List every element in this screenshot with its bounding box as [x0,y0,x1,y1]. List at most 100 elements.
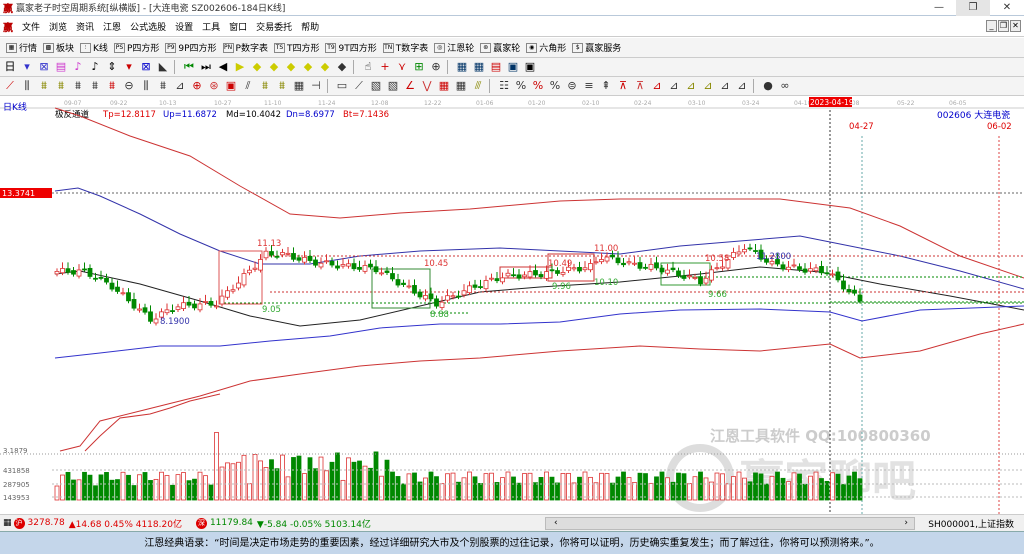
toolbar-button-4[interactable]: P9 9P四方形 [165,41,217,54]
draw-tool-icon[interactable]: ⩩ [105,79,119,93]
toolbar-button-0[interactable]: ▦ 行情 [6,41,37,54]
draw-tool-icon[interactable]: ⊿ [667,79,681,93]
chart-tool-icon[interactable]: ◆ [301,60,315,74]
menu-item-1[interactable]: 浏览 [49,20,67,33]
toolbar-button-6[interactable]: TS T四方形 [273,41,319,54]
draw-tool-icon[interactable]: ⩩ [88,79,102,93]
draw-tool-icon[interactable]: ⊿ [173,79,187,93]
chart-tool-icon[interactable]: ▣ [506,60,520,74]
chart-tool-icon[interactable]: ▤ [54,60,68,74]
chart-tool-icon[interactable]: ♪ [71,60,85,74]
draw-tool-icon[interactable]: ⫼ [139,79,153,93]
draw-tool-icon[interactable]: ⋁ [420,79,434,93]
chart-tool-icon[interactable]: ⏮ [182,60,196,74]
chart-tool-icon[interactable]: ▦ [472,60,486,74]
maximize-button[interactable]: ❐ [956,0,990,16]
draw-tool-icon[interactable]: ● [761,79,775,93]
mdi-restore-button[interactable]: ❐ [998,20,1009,32]
chart-tool-icon[interactable]: ☝ [361,60,375,74]
menu-item-2[interactable]: 资讯 [76,20,94,33]
kline-chart[interactable]: 09-07 09-22 10-13 10-27 11-10 11-24 12-08 12-22… [0,96,1024,514]
draw-tool-icon[interactable]: ⊕ [190,79,204,93]
draw-tool-icon[interactable]: ⟋ [3,79,17,93]
toolbar-button-12[interactable]: $ 赢家服务 [572,41,621,54]
draw-tool-icon[interactable]: % [531,79,545,93]
chart-tool-icon[interactable]: ⊕ [429,60,443,74]
draw-tool-icon[interactable]: ⊿ [735,79,749,93]
chart-tool-icon[interactable]: ▤ [489,60,503,74]
draw-tool-icon[interactable]: ⊖ [122,79,136,93]
chart-tool-icon[interactable]: ▾ [20,60,34,74]
draw-tool-icon[interactable]: ⩩ [156,79,170,93]
chart-tool-icon[interactable]: ♪ [88,60,102,74]
draw-tool-icon[interactable]: ▭ [335,79,349,93]
draw-tool-icon[interactable]: ⩩ [275,79,289,93]
draw-tool-icon[interactable]: ⩩ [258,79,272,93]
chart-tool-icon[interactable]: ▶ [233,60,247,74]
draw-tool-icon[interactable]: ⇞ [599,79,613,93]
draw-tool-icon[interactable]: ∞ [778,79,792,93]
chart-tool-icon[interactable]: ⇕ [105,60,119,74]
chart-tool-icon[interactable]: ▾ [122,60,136,74]
chart-tool-icon[interactable]: + [378,60,392,74]
chart-tool-icon[interactable]: ⊠ [139,60,153,74]
draw-tool-icon[interactable]: ⊿ [650,79,664,93]
draw-tool-icon[interactable]: ⩩ [37,79,51,93]
draw-tool-icon[interactable]: ▦ [437,79,451,93]
draw-tool-icon[interactable]: ▧ [369,79,383,93]
toolbar-button-11[interactable]: ◉ 六角形 [526,41,566,54]
calc-icon[interactable]: ▦ [3,518,12,528]
draw-tool-icon[interactable]: ⊛ [207,79,221,93]
chart-tool-icon[interactable]: ⊠ [37,60,51,74]
chart-tool-icon[interactable]: ◀ [216,60,230,74]
draw-tool-icon[interactable]: ⊜ [565,79,579,93]
draw-tool-icon[interactable]: ⊼ [633,79,647,93]
toolbar-button-5[interactable]: PN P数字表 [222,41,268,54]
draw-tool-icon[interactable]: ⩩ [54,79,68,93]
menu-item-7[interactable]: 窗口 [229,20,247,33]
chart-tool-icon[interactable]: ◆ [284,60,298,74]
mdi-close-button[interactable]: ✕ [1010,20,1021,32]
draw-tool-icon[interactable]: % [514,79,528,93]
draw-tool-icon[interactable]: ⫼ [20,79,34,93]
draw-tool-icon[interactable]: ⊣ [309,79,323,93]
menu-item-6[interactable]: 工具 [202,20,220,33]
chart-tool-icon[interactable]: ◆ [335,60,349,74]
chart-tool-icon[interactable]: ⊞ [412,60,426,74]
draw-tool-icon[interactable]: ☷ [497,79,511,93]
draw-tool-icon[interactable]: ⟋ [352,79,366,93]
chart-tool-icon[interactable]: 日 [3,60,17,74]
draw-tool-icon[interactable]: ⊼ [616,79,630,93]
toolbar-button-3[interactable]: PS P四方形 [113,41,159,54]
draw-tool-icon[interactable]: ∠ [403,79,417,93]
menu-item-3[interactable]: 江恩 [103,20,121,33]
draw-tool-icon[interactable]: ▦ [454,79,468,93]
mdi-minimize-button[interactable]: _ [986,20,997,32]
close-button[interactable]: ✕ [990,0,1024,16]
draw-tool-icon[interactable]: ⩩ [71,79,85,93]
draw-tool-icon[interactable]: ▧ [386,79,400,93]
toolbar-button-8[interactable]: TN T数字表 [382,41,428,54]
draw-tool-icon[interactable]: ▣ [224,79,238,93]
menu-item-4[interactable]: 公式选股 [130,20,166,33]
draw-tool-icon[interactable]: ≡ [582,79,596,93]
draw-tool-icon[interactable]: ▦ [292,79,306,93]
menu-item-9[interactable]: 帮助 [301,20,319,33]
chart-tool-icon[interactable]: ▦ [455,60,469,74]
toolbar-button-10[interactable]: ⊛ 赢家轮 [480,41,520,54]
horizontal-scrollbar[interactable]: ‹ › [545,517,915,530]
menu-item-8[interactable]: 交易委托 [256,20,292,33]
draw-tool-icon[interactable]: ⊿ [701,79,715,93]
draw-tool-icon[interactable]: ⫽ [241,79,255,93]
chart-tool-icon[interactable]: ◆ [318,60,332,74]
toolbar-button-2[interactable]: ⫶ K线 [80,41,108,54]
menu-item-0[interactable]: 文件 [22,20,40,33]
chart-tool-icon[interactable]: ◆ [267,60,281,74]
draw-tool-icon[interactable]: % [548,79,562,93]
draw-tool-icon[interactable]: ⊿ [684,79,698,93]
chart-tool-icon[interactable]: ◆ [250,60,264,74]
toolbar-button-7[interactable]: T9 9T四方形 [325,41,377,54]
chart-tool-icon[interactable]: ⋎ [395,60,409,74]
draw-tool-icon[interactable]: ⫻ [471,79,485,93]
menu-item-5[interactable]: 设置 [175,20,193,33]
